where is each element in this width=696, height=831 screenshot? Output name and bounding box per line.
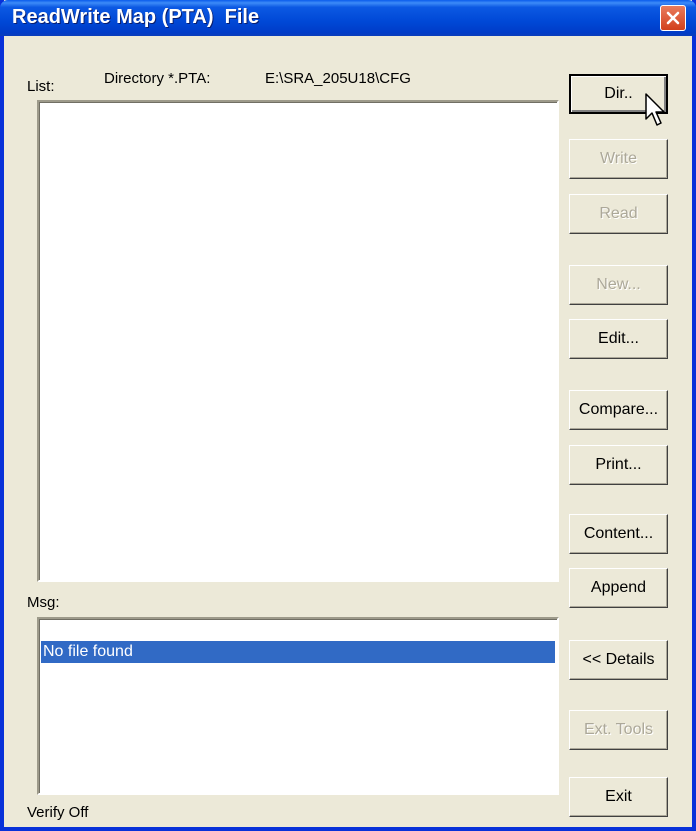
verify-status: Verify Off: [27, 804, 89, 821]
print-button[interactable]: Print...: [569, 445, 668, 485]
write-button[interactable]: Write: [569, 139, 668, 179]
message-list[interactable]: No file found: [37, 617, 559, 795]
file-list[interactable]: [37, 100, 559, 582]
read-button[interactable]: Read: [569, 194, 668, 234]
exit-button[interactable]: Exit: [569, 777, 668, 817]
msg-label: Msg:: [27, 594, 60, 611]
new-button[interactable]: New...: [569, 265, 668, 305]
content-button[interactable]: Content...: [569, 514, 668, 554]
message-item-selected[interactable]: No file found: [41, 641, 555, 663]
details-button[interactable]: << Details: [569, 640, 668, 680]
title-bar[interactable]: ReadWrite Map (PTA) File: [0, 0, 696, 36]
directory-path: E:\SRA_205U18\CFG: [265, 70, 411, 87]
ext-tools-button[interactable]: Ext. Tools: [569, 710, 668, 750]
directory-label: Directory *.PTA:: [104, 70, 211, 87]
close-button[interactable]: [660, 5, 686, 31]
compare-button[interactable]: Compare...: [569, 390, 668, 430]
edit-button[interactable]: Edit...: [569, 319, 668, 359]
list-label: List:: [27, 78, 55, 95]
append-button[interactable]: Append: [569, 568, 668, 608]
mouse-pointer-icon: [645, 93, 667, 134]
window-title: ReadWrite Map (PTA) File: [12, 6, 260, 28]
